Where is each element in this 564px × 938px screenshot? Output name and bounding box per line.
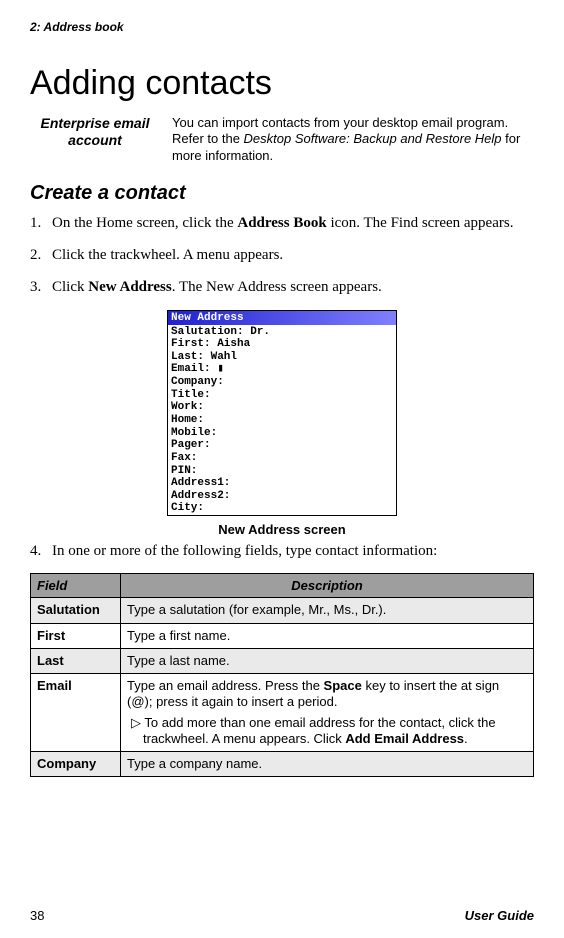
cell-field: Company	[31, 752, 121, 777]
table-row: Last Type a last name.	[31, 648, 534, 673]
add-email-bold: Add Email Address	[345, 731, 464, 746]
email-sub-note: ▷ To add more than one email address for…	[127, 715, 527, 748]
cell-desc: Type an email address. Press the Space k…	[121, 674, 534, 752]
step-bold: Address Book	[237, 215, 326, 231]
screenshot-caption: New Address screen	[30, 522, 534, 537]
screenshot-titlebar: New Address	[168, 311, 396, 325]
screenshot-container: New Address Salutation: Dr. First: Aisha…	[30, 310, 534, 538]
intro-block: Enterprise email account You can import …	[30, 115, 534, 164]
step-part: Click	[52, 279, 88, 295]
table-row: First Type a first name.	[31, 623, 534, 648]
table-row: Company Type a company name.	[31, 752, 534, 777]
step-text: Click New Address. The New Address scree…	[52, 277, 534, 297]
step-number: 1.	[30, 213, 52, 233]
cell-desc: Type a last name.	[121, 648, 534, 673]
screenshot-body: Salutation: Dr. First: Aisha Last: Wahl …	[168, 325, 396, 516]
device-screenshot: New Address Salutation: Dr. First: Aisha…	[167, 310, 397, 517]
field-line: Address1:	[171, 477, 393, 490]
note-c: .	[464, 731, 468, 746]
step-4: 4. In one or more of the following field…	[30, 541, 534, 561]
step-number: 3.	[30, 277, 52, 297]
step-text: Click the trackwheel. A menu appears.	[52, 245, 534, 265]
account-type-label: Enterprise email account	[30, 115, 160, 149]
field-line: PIN:	[171, 465, 393, 478]
cell-desc: Type a salutation (for example, Mr., Ms.…	[121, 598, 534, 623]
table-header-description: Description	[121, 574, 534, 598]
field-line: Salutation: Dr.	[171, 326, 393, 339]
field-line: Mobile:	[171, 427, 393, 440]
cell-desc: Type a company name.	[121, 752, 534, 777]
triangle-icon: ▷	[131, 715, 141, 730]
space-key: Space	[324, 678, 362, 693]
chapter-header: 2: Address book	[30, 20, 534, 34]
step-number: 2.	[30, 245, 52, 265]
field-line: Last: Wahl	[171, 351, 393, 364]
step-text: In one or more of the following fields, …	[52, 541, 534, 561]
step-number: 4.	[30, 541, 52, 561]
page-footer: 38 User Guide	[30, 908, 534, 923]
cell-field: Salutation	[31, 598, 121, 623]
cell-field: Last	[31, 648, 121, 673]
field-line: Pager:	[171, 439, 393, 452]
section-title: Create a contact	[30, 182, 534, 205]
field-line: City:	[171, 502, 393, 515]
intro-text: You can import contacts from your deskto…	[172, 115, 534, 164]
footer-label: User Guide	[465, 908, 534, 923]
step-part: On the Home screen, click the	[52, 215, 237, 231]
field-line: Fax:	[171, 452, 393, 465]
table-row: Salutation Type a salutation (for exampl…	[31, 598, 534, 623]
cell-field: Email	[31, 674, 121, 752]
page-title: Adding contacts	[30, 64, 534, 103]
step-2: 2. Click the trackwheel. A menu appears.	[30, 245, 534, 265]
field-line: Title:	[171, 389, 393, 402]
table-row: Email Type an email address. Press the S…	[31, 674, 534, 752]
field-line: Company:	[171, 376, 393, 389]
step-1: 1. On the Home screen, click the Address…	[30, 213, 534, 233]
table-header-field: Field	[31, 574, 121, 598]
step-part: icon. The Find screen appears.	[327, 215, 514, 231]
step-part: In one or more of the following fields, …	[52, 543, 437, 559]
step-3: 3. Click New Address. The New Address sc…	[30, 277, 534, 297]
step-bold: New Address	[88, 279, 171, 295]
step-text: On the Home screen, click the Address Bo…	[52, 213, 534, 233]
field-description-table: Field Description Salutation Type a salu…	[30, 573, 534, 777]
cell-desc: Type a first name.	[121, 623, 534, 648]
field-line: Address2:	[171, 490, 393, 503]
step-part: . The New Address screen appears.	[172, 279, 382, 295]
cell-field: First	[31, 623, 121, 648]
field-line: Work:	[171, 401, 393, 414]
field-line: Email: ▮	[171, 363, 393, 376]
page-number: 38	[30, 908, 44, 923]
field-line: First: Aisha	[171, 338, 393, 351]
step-part: Click the trackwheel. A menu appears.	[52, 247, 283, 263]
email-desc-a: Type an email address. Press the	[127, 678, 324, 693]
intro-em: Desktop Software: Backup and Restore Hel…	[244, 131, 502, 146]
field-line: Home:	[171, 414, 393, 427]
